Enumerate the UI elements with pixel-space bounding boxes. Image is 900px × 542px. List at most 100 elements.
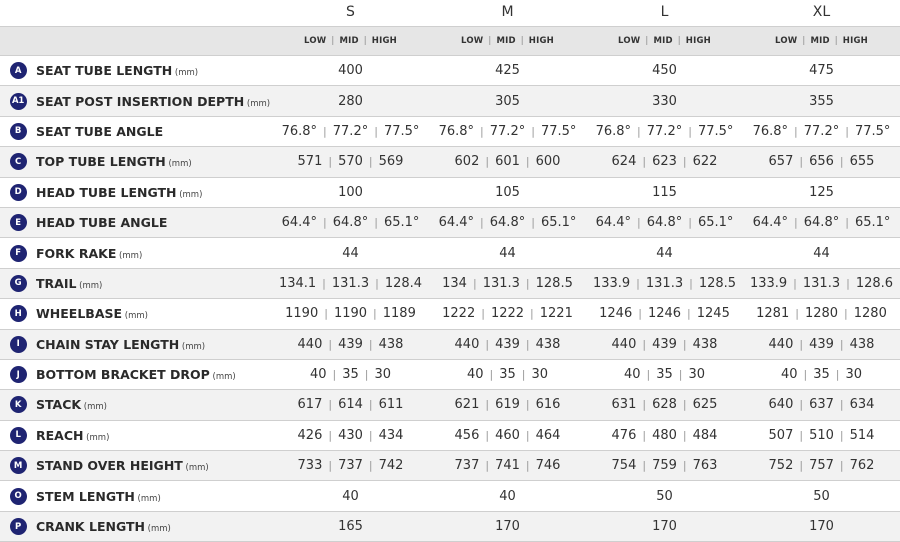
separator: |: [637, 124, 641, 138]
measurement-unit: (mm): [165, 159, 192, 170]
separator: |: [521, 368, 526, 382]
separator: |: [844, 307, 848, 321]
separator: |: [485, 155, 490, 169]
row-letter-badge: I: [9, 335, 27, 353]
row-label: CHAIN STAY LENGTH (mm): [36, 337, 272, 352]
cell-value: 475: [809, 63, 834, 79]
separator: |: [642, 155, 647, 169]
row-label: TRAIL (mm): [36, 276, 272, 291]
table-row: B SEAT TUBE ANGLE 76.8° | 77.2° | 77.5° 76.8° | 7…: [0, 117, 900, 148]
cell-value: 30: [374, 367, 392, 383]
separator: |: [642, 337, 647, 351]
table-row: P CRANK LENGTH (mm) 165 170 170 170: [0, 511, 900, 542]
values-l: 1246 | 1246 | 1245: [586, 306, 743, 321]
separator: |: [845, 124, 849, 138]
separator: |: [525, 337, 530, 351]
separator: |: [799, 155, 804, 169]
table-row: C TOP TUBE LENGTH (mm) 571 | 570 | 569 602 | 601 |…: [0, 147, 900, 178]
measurement-name: CHAIN STAY LENGTH: [36, 336, 180, 352]
values-m: 105: [429, 185, 586, 200]
row-letter-badge: O: [9, 487, 27, 505]
cell-value: 655: [849, 154, 875, 170]
cell-value: 601: [495, 154, 520, 170]
row-letter-badge: J: [9, 366, 27, 384]
cell-value: 131.3: [802, 275, 841, 291]
cell-value: 44: [499, 245, 516, 261]
position-label-high: HIGH: [685, 36, 711, 46]
values-xl: 40 | 35 | 30: [743, 367, 900, 382]
values-s: 426 | 430 | 434: [272, 428, 429, 443]
table-row: M STAND OVER HEIGHT (mm) 733 | 737 | 742 737 | 74…: [0, 451, 900, 482]
values-s: 571 | 570 | 569: [272, 154, 429, 169]
separator: |: [488, 36, 492, 46]
cell-value: 614: [338, 397, 363, 413]
values-m: 40: [429, 489, 586, 504]
row-letter-badge: D: [9, 183, 27, 201]
size-s-header: S: [346, 4, 355, 20]
separator: |: [520, 36, 524, 46]
separator: |: [480, 216, 484, 230]
values-xl: 752 | 757 | 762: [743, 458, 900, 473]
cell-value: 476: [611, 427, 637, 443]
row-letter-badge: H: [9, 305, 27, 323]
cell-value: 77.5°: [540, 123, 577, 139]
row-label: REACH (mm): [36, 428, 272, 443]
separator: |: [688, 124, 692, 138]
measurement-unit: (mm): [83, 432, 110, 443]
row-label: STACK (mm): [36, 397, 272, 412]
cell-value: 484: [692, 427, 718, 443]
values-l: 133.9 | 131.3 | 128.5: [586, 276, 743, 291]
cell-value: 514: [849, 427, 875, 443]
cell-value: 737: [338, 458, 363, 474]
position-labels-s: LOW | MID | HIGH: [272, 27, 429, 55]
position-label-high: HIGH: [842, 36, 868, 46]
position-label-low: LOW: [775, 36, 798, 46]
values-s: 400: [272, 63, 429, 78]
cell-value: 65.1°: [540, 215, 577, 231]
cell-value: 40: [466, 367, 484, 383]
separator: |: [525, 155, 530, 169]
separator: |: [678, 368, 683, 382]
cell-value: 425: [495, 63, 520, 79]
values-s: 134.1 | 131.3 | 128.4: [272, 276, 429, 291]
values-m: 425: [429, 63, 586, 78]
values-l: 624 | 623 | 622: [586, 154, 743, 169]
cell-value: 439: [652, 336, 677, 352]
separator: |: [799, 428, 804, 442]
values-s: 76.8° | 77.2° | 77.5°: [272, 124, 429, 139]
measurement-unit: (mm): [122, 311, 148, 322]
cell-value: 623: [652, 154, 677, 170]
values-s: 40: [272, 489, 429, 504]
cell-value: 440: [454, 336, 480, 352]
table-row: O STEM LENGTH (mm) 40 40 50 50: [0, 481, 900, 512]
cell-value: 438: [692, 336, 718, 352]
separator: |: [845, 216, 849, 230]
cell-value: 64.8°: [803, 215, 840, 231]
values-s: 44: [272, 246, 429, 261]
cell-value: 128.5: [535, 275, 573, 291]
cell-value: 440: [297, 336, 323, 352]
cell-value: 741: [495, 458, 520, 474]
separator: |: [368, 428, 373, 442]
cell-value: 762: [849, 458, 875, 474]
measurement-unit: (mm): [244, 98, 271, 109]
cell-value: 305: [495, 93, 520, 109]
values-xl: 355: [743, 94, 900, 109]
table-row: G TRAIL (mm) 134.1 | 131.3 | 128.4 134 | 131.3 | 12…: [0, 268, 900, 300]
cell-value: 1189: [382, 306, 416, 322]
cell-value: 430: [338, 427, 363, 443]
separator: |: [799, 337, 804, 351]
separator: |: [375, 276, 379, 290]
measurement-unit: (mm): [179, 341, 206, 352]
separator: |: [682, 155, 687, 169]
values-m: 456 | 460 | 464: [429, 428, 586, 443]
cell-value: 1190: [333, 306, 368, 322]
cell-value: 637: [809, 397, 834, 413]
cell-value: 50: [656, 488, 673, 504]
position-label-high: HIGH: [528, 36, 554, 46]
measurement-name: REACH: [36, 427, 84, 443]
cell-value: 77.2°: [803, 123, 840, 139]
cell-value: 480: [652, 427, 677, 443]
cell-value: 570: [338, 154, 363, 170]
row-letter-badge: E: [9, 214, 27, 232]
